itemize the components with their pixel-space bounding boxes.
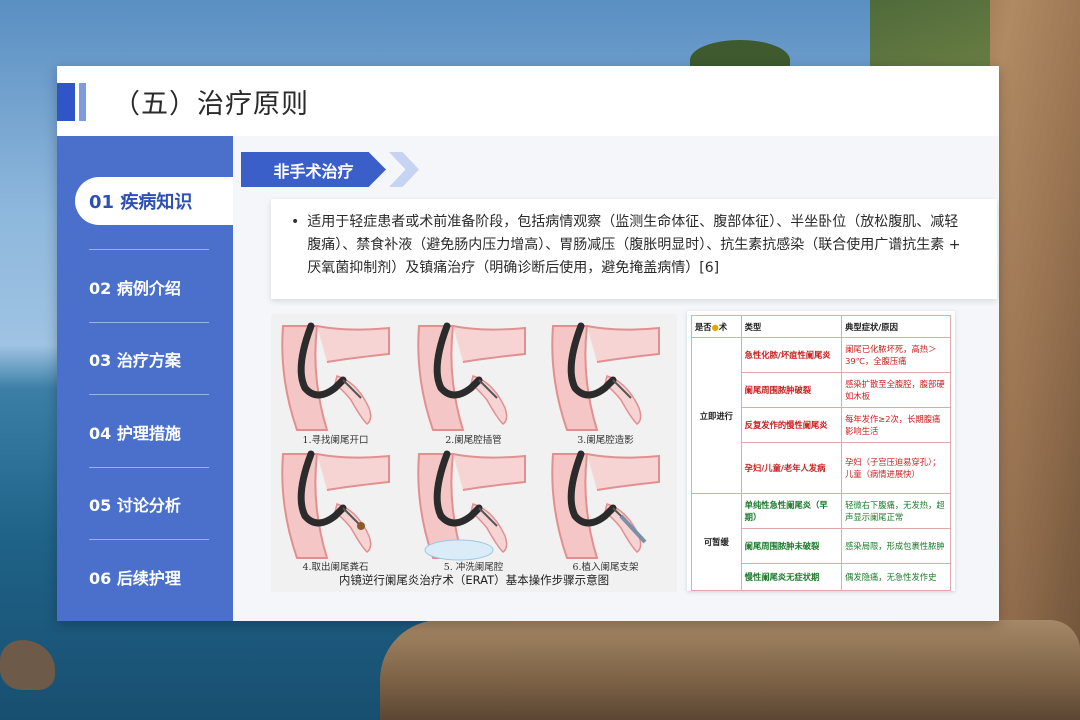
- step-caption: 3.阑尾腔造影: [577, 435, 634, 446]
- procedure-step-illustration: [277, 446, 395, 564]
- symptom-cell: 每年发作≥2次，长期腹痛影响生活: [841, 407, 951, 443]
- step-caption: 2.阑尾腔插管: [445, 435, 502, 446]
- table-header-symptoms: 典型症状/原因: [841, 315, 951, 338]
- symptom-cell: 感染局限，形成包裹性脓肿: [841, 528, 951, 564]
- symptom-cell: 感染扩散至全腹腔，腹部硬如木板: [841, 372, 951, 408]
- step-caption: 6.植入阑尾支架: [572, 562, 639, 573]
- timing-cell: 立即进行: [691, 337, 742, 494]
- sidebar-divider: [89, 539, 209, 540]
- sidebar-item-disease-knowledge[interactable]: 01 疾病知识: [75, 177, 233, 225]
- table-header-timing: 是否●术: [691, 315, 742, 338]
- sidebar: 01 疾病知识 02 病例介绍 03 治疗方案 04 护理措施 05 讨论分析 …: [57, 136, 233, 621]
- background-rock-left: [0, 640, 55, 690]
- sidebar-divider: [89, 394, 209, 395]
- symptom-cell: 轻微右下腹痛，无发热，超声显示阑尾正常: [841, 493, 951, 529]
- procedure-step-illustration: [413, 318, 531, 436]
- type-cell: 孕妇/儿童/老年人发病: [740, 442, 843, 494]
- sidebar-item-nursing-measures[interactable]: 04 护理措施: [57, 396, 233, 468]
- chevron-right-icon: [389, 152, 419, 187]
- timing-cell: 可暂缓: [691, 493, 742, 591]
- table-header-type: 类型: [740, 315, 843, 338]
- sidebar-divider: [89, 249, 209, 250]
- star-icon: ●: [711, 321, 719, 332]
- symptom-cell: 孕妇（子宫压迫易穿孔）；儿童（病情进展快）: [841, 442, 951, 494]
- sidebar-item-case-introduction[interactable]: 02 病例介绍: [57, 251, 233, 323]
- table-header-row: 是否●术 类型 典型症状/原因: [691, 315, 951, 338]
- indication-table-card: 是否●术 类型 典型症状/原因 立即进行 急性化脓/坏疽性阑尾炎 阑尾已化脓坏死…: [687, 311, 955, 591]
- step-caption: 1.寻找阑尾开口: [302, 435, 369, 446]
- step-caption: 5. 冲洗阑尾腔: [443, 562, 504, 573]
- table-row: 立即进行 急性化脓/坏疽性阑尾炎 阑尾已化脓坏死，高热＞39℃，全腹压痛: [691, 337, 951, 494]
- bullet-icon: •: [291, 214, 300, 230]
- sidebar-item-treatment-plan[interactable]: 03 治疗方案: [57, 323, 233, 395]
- procedure-step-illustration: [413, 446, 531, 564]
- procedure-step-illustration: [547, 318, 665, 436]
- table-row: 可暂缓 单纯性急性阑尾炎（早期） 轻微右下腹痛，无发热，超声显示阑尾正常: [691, 493, 951, 591]
- title-accent-bar: [57, 83, 75, 121]
- sidebar-item-follow-up-care[interactable]: 06 后续护理: [57, 541, 233, 613]
- page-title: （五）治疗原则: [113, 89, 309, 120]
- procedure-figure: 1.寻找阑尾开口 2.阑尾腔插管 3.阑尾腔造影 4.取出阑尾粪石 5. 冲洗阑…: [271, 314, 677, 592]
- type-cell: 反复发作的慢性阑尾炎: [740, 407, 843, 443]
- section-tag: 非手术治疗: [241, 152, 386, 187]
- background-rocks: [380, 620, 1080, 720]
- type-cell: 阑尾周围脓肿未破裂: [740, 528, 843, 564]
- figure-caption: 内镜逆行阑尾炎治疗术（ERAT）基本操作步骤示意图: [338, 573, 610, 587]
- procedure-step-illustration: [547, 446, 665, 564]
- sidebar-item-discussion[interactable]: 05 讨论分析: [57, 468, 233, 540]
- type-cell: 单纯性急性阑尾炎（早期）: [740, 493, 843, 529]
- step-caption: 4.取出阑尾粪石: [302, 562, 369, 573]
- bullet-card: • 适用于轻症患者或术前准备阶段，包括病情观察（监测生命体征、腹部体征）、半坐卧…: [271, 199, 997, 299]
- type-cell: 阑尾周围脓肿破裂: [740, 372, 843, 408]
- slide: （五）治疗原则 01 疾病知识 02 病例介绍 03 治疗方案 04 护理措施 …: [57, 66, 999, 621]
- title-bar: （五）治疗原则: [57, 66, 999, 136]
- list-item: • 适用于轻症患者或术前准备阶段，包括病情观察（监测生命体征、腹部体征）、半坐卧…: [291, 211, 969, 280]
- symptom-cell: 阑尾已化脓坏死，高热＞39℃，全腹压痛: [841, 337, 951, 373]
- indication-table: 是否●术 类型 典型症状/原因 立即进行 急性化脓/坏疽性阑尾炎 阑尾已化脓坏死…: [691, 315, 951, 591]
- bullet-text: 适用于轻症患者或术前准备阶段，包括病情观察（监测生命体征、腹部体征）、半坐卧位（…: [307, 214, 961, 276]
- symptom-cell: 偶发隐痛，无急性发作史: [841, 563, 951, 591]
- type-cell: 急性化脓/坏疽性阑尾炎: [740, 337, 843, 373]
- procedure-step-illustration: [277, 318, 395, 436]
- type-cell: 慢性阑尾炎无症状期: [740, 563, 843, 591]
- title-accent-bar-light: [79, 83, 86, 121]
